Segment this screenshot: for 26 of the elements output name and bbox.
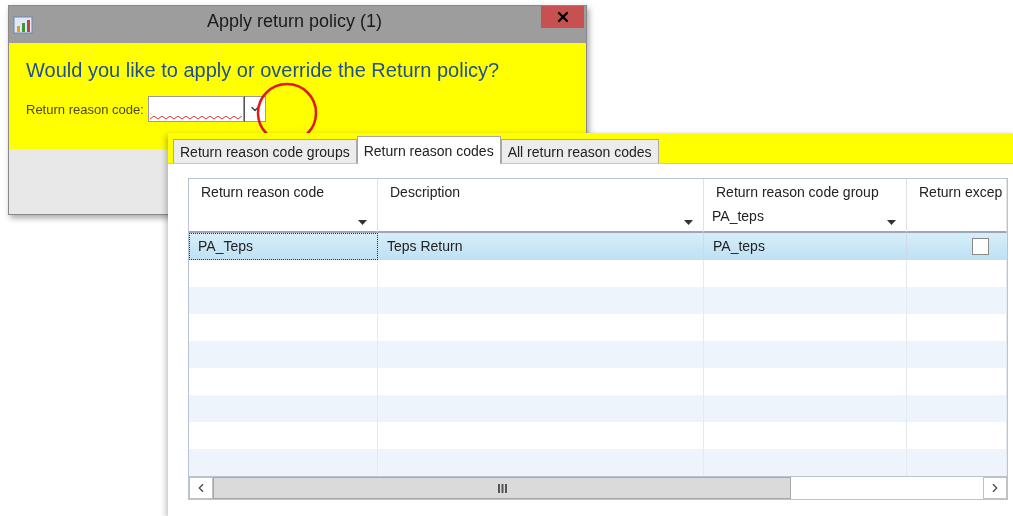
table-cell: PA_Teps [189,233,378,260]
filter-field[interactable] [378,206,704,233]
tab[interactable]: All return reason codes [500,139,659,163]
table-cell: PA_teps [704,233,907,260]
scroll-right-button[interactable] [983,477,1007,499]
field-label: Return reason code: [26,101,144,117]
dropdown-arrow-icon[interactable] [684,220,693,225]
filter-field[interactable]: PA_teps [704,206,907,233]
checkbox[interactable] [972,238,989,255]
input-field[interactable] [147,96,244,122]
grip-icon [497,483,507,493]
tab[interactable]: Return reason code groups [173,139,357,163]
window-title: Apply return policy (1) [205,11,384,32]
scroll-left-button[interactable] [189,477,213,499]
prompt-text: Would you like to apply or override the Return policy? [26,59,501,82]
table-cell: Teps Return [378,233,704,260]
app-icon [13,14,33,35]
close-button[interactable] [541,6,584,28]
tab[interactable]: Return reason codes [356,136,501,164]
scroll-thumb[interactable] [213,477,791,499]
filter-field[interactable] [189,206,378,233]
dropdown-arrow-icon[interactable] [358,220,367,225]
filter-field[interactable] [907,206,1007,233]
horizontal-scrollbar[interactable] [189,476,1007,499]
dropdown-arrow-icon[interactable] [887,220,896,225]
error-squiggle-icon [149,116,242,120]
